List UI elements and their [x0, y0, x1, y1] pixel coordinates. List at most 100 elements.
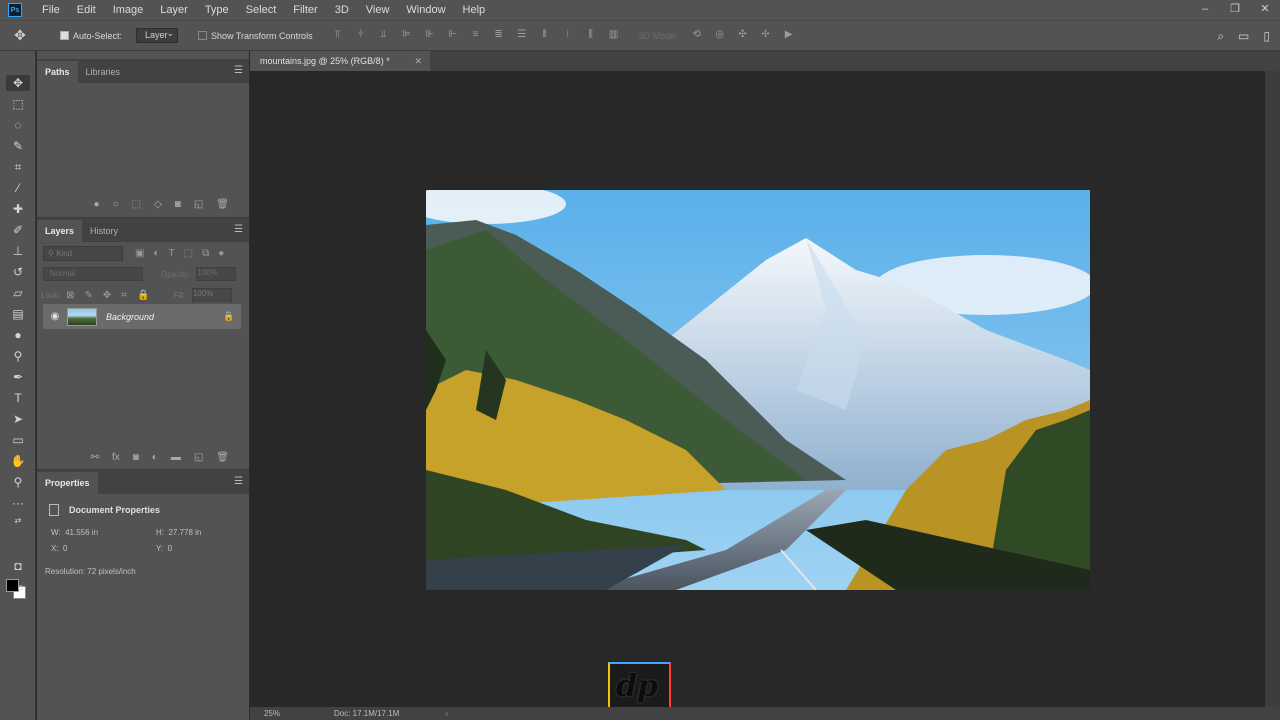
- align-right-icon[interactable]: ⊩: [444, 29, 462, 43]
- document-tab[interactable]: mountains.jpg @ 25% (RGB/8) * ✕: [250, 51, 430, 71]
- restore-icon[interactable]: ❐: [1220, 0, 1250, 20]
- distribute-hcenter-icon[interactable]: ⦙: [559, 29, 577, 43]
- quick-select-tool-icon[interactable]: ✎: [9, 138, 27, 154]
- minimize-icon[interactable]: –: [1190, 0, 1220, 20]
- distribute-top-icon[interactable]: ≡: [467, 29, 485, 43]
- zoom-tool-icon[interactable]: ⚲: [9, 474, 27, 490]
- pen-tool-icon[interactable]: ✒: [9, 369, 27, 385]
- fill-input[interactable]: 100%: [191, 288, 232, 302]
- search-icon[interactable]: ⌕: [1217, 29, 1224, 44]
- menu-layer[interactable]: Layer: [152, 0, 197, 20]
- eyedropper-tool-icon[interactable]: ⁄: [9, 180, 27, 196]
- layer-kind-filter[interactable]: ⚲ Kind: [43, 245, 123, 261]
- share-icon[interactable]: ▯: [1263, 29, 1270, 44]
- menu-select[interactable]: Select: [238, 0, 286, 20]
- swap-colors-icon[interactable]: ⇄: [9, 513, 27, 529]
- 3d-roll-icon[interactable]: ◎: [711, 29, 729, 43]
- distribute-vcenter-icon[interactable]: ≣: [490, 29, 508, 43]
- panel-menu-icon[interactable]: ☰: [234, 65, 243, 76]
- layer-style-icon[interactable]: fx: [112, 452, 120, 463]
- crop-tool-icon[interactable]: ⌗: [9, 159, 27, 175]
- distribute-left-icon[interactable]: ⦀: [536, 29, 554, 43]
- menu-filter[interactable]: Filter: [285, 0, 326, 20]
- type-tool-icon[interactable]: T: [9, 390, 27, 406]
- panel-menu-icon[interactable]: ☰: [234, 476, 243, 487]
- lock-position-icon[interactable]: ✥: [103, 290, 111, 301]
- filter-toggle-icon[interactable]: ●: [218, 248, 224, 259]
- lasso-tool-icon[interactable]: ◌: [9, 117, 27, 133]
- delete-path-icon[interactable]: 🗑: [216, 199, 229, 210]
- history-brush-tool-icon[interactable]: ↺: [9, 264, 27, 280]
- add-layer-mask-icon[interactable]: ◙: [133, 452, 139, 463]
- pixel-filter-icon[interactable]: ▣: [135, 248, 144, 259]
- gradient-tool-icon[interactable]: ▤: [9, 306, 27, 322]
- height-value[interactable]: 27.778 in: [168, 528, 201, 537]
- dodge-tool-icon[interactable]: ⚲: [9, 348, 27, 364]
- stroke-path-icon[interactable]: ○: [113, 199, 119, 210]
- move-tool-preset-icon[interactable]: ✥: [0, 27, 40, 44]
- menu-type[interactable]: Type: [197, 0, 238, 20]
- 3d-rotate-icon[interactable]: ⟲: [688, 29, 706, 43]
- adjustment-filter-icon[interactable]: ◐: [153, 248, 159, 259]
- transform-controls-checkbox[interactable]: [198, 31, 208, 40]
- brush-tool-icon[interactable]: ✐: [9, 222, 27, 238]
- rectangle-tool-icon[interactable]: ▭: [9, 432, 27, 448]
- new-adjustment-icon[interactable]: ◐: [152, 452, 158, 463]
- type-filter-icon[interactable]: T: [169, 248, 175, 259]
- vertical-scrollbar[interactable]: [1265, 71, 1280, 707]
- lock-artboard-icon[interactable]: ⌗: [121, 290, 127, 301]
- smart-object-filter-icon[interactable]: ⧉: [202, 248, 209, 259]
- auto-select-checkbox[interactable]: [60, 31, 69, 40]
- load-selection-icon[interactable]: ⬚: [132, 199, 141, 210]
- clone-stamp-tool-icon[interactable]: ⊥: [9, 243, 27, 259]
- tab-paths[interactable]: Paths: [37, 61, 78, 83]
- quick-mask-icon[interactable]: ◘: [9, 558, 27, 574]
- opacity-input[interactable]: 100%: [196, 267, 237, 281]
- blend-mode-select[interactable]: Normal: [43, 267, 143, 281]
- move-tool-icon[interactable]: ✥: [6, 75, 30, 91]
- align-bottom-icon[interactable]: ⫫: [375, 29, 393, 43]
- link-layers-icon[interactable]: ⚯: [91, 452, 99, 463]
- align-hcenter-icon[interactable]: ⊪: [421, 29, 439, 43]
- menu-view[interactable]: View: [358, 0, 399, 20]
- 3d-scale-icon[interactable]: ▶: [780, 29, 798, 43]
- delete-layer-icon[interactable]: 🗑: [216, 452, 229, 463]
- document-image[interactable]: [426, 190, 1090, 590]
- y-value[interactable]: 0: [168, 544, 172, 553]
- tab-layers[interactable]: Layers: [37, 220, 83, 242]
- more-tools-icon[interactable]: ···: [9, 495, 27, 511]
- lock-transparent-icon[interactable]: ⊠: [66, 290, 74, 301]
- tab-libraries[interactable]: Libraries: [78, 61, 129, 83]
- lock-image-icon[interactable]: ✎: [85, 290, 93, 301]
- new-path-icon[interactable]: ◱: [194, 199, 203, 210]
- menu-image[interactable]: Image: [105, 0, 153, 20]
- 3d-pan-icon[interactable]: ✣: [734, 29, 752, 43]
- zoom-level[interactable]: 25%: [264, 709, 334, 718]
- add-mask-icon[interactable]: ◙: [175, 199, 181, 210]
- new-group-icon[interactable]: ▬: [171, 452, 181, 463]
- menu-file[interactable]: File: [34, 0, 69, 20]
- 3d-slide-icon[interactable]: ✢: [757, 29, 775, 43]
- path-selection-tool-icon[interactable]: ➤: [9, 411, 27, 427]
- menu-help[interactable]: Help: [455, 0, 495, 20]
- eraser-tool-icon[interactable]: ▱: [9, 285, 27, 301]
- distribute-bottom-icon[interactable]: ☰: [513, 29, 531, 43]
- visibility-eye-icon[interactable]: ◉: [43, 311, 67, 322]
- layer-row-background[interactable]: ◉ Background 🔒: [43, 304, 241, 329]
- align-top-icon[interactable]: ⫪: [329, 29, 347, 43]
- width-value[interactable]: 41.556 in: [65, 528, 98, 537]
- distribute-right-icon[interactable]: ⫼: [582, 29, 600, 43]
- lock-all-icon[interactable]: 🔒: [137, 290, 149, 301]
- shape-filter-icon[interactable]: ⬚: [184, 248, 193, 259]
- tab-history[interactable]: History: [82, 220, 126, 242]
- marquee-tool-icon[interactable]: ⬚: [9, 96, 27, 112]
- new-layer-icon[interactable]: ◱: [194, 452, 203, 463]
- panel-menu-icon[interactable]: ☰: [234, 224, 243, 235]
- foreground-color-swatch[interactable]: [6, 579, 19, 592]
- auto-select-dropdown[interactable]: Layer: [136, 27, 179, 43]
- align-vcenter-icon[interactable]: ⫩: [352, 29, 370, 43]
- healing-brush-tool-icon[interactable]: ✚: [9, 201, 27, 217]
- close-icon[interactable]: ✕: [1250, 0, 1280, 20]
- tab-properties[interactable]: Properties: [37, 472, 98, 494]
- hand-tool-icon[interactable]: ✋: [9, 453, 27, 469]
